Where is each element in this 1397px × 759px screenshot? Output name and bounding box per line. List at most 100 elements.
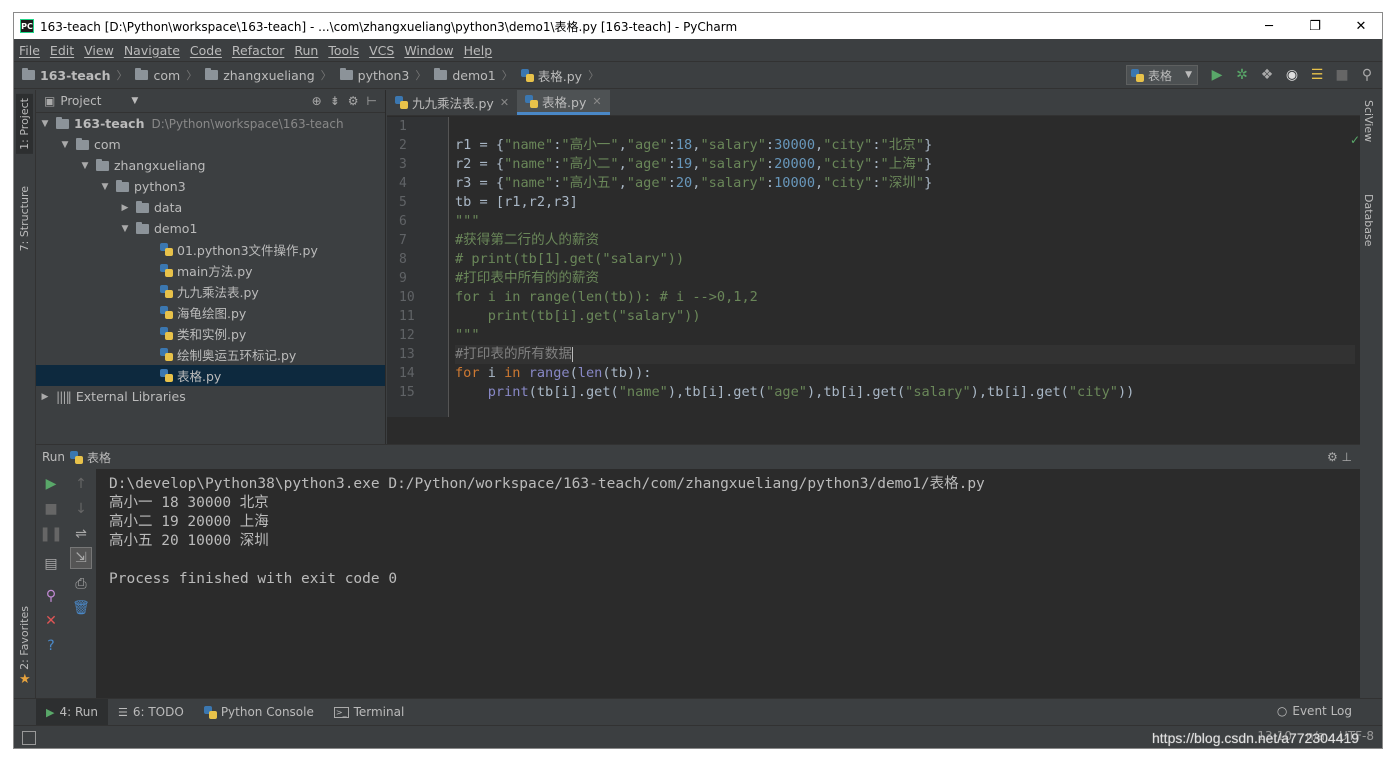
- breadcrumb-demo1[interactable]: demo1 〉: [426, 67, 513, 83]
- tree-folder[interactable]: ▼ zhangxueliang: [36, 155, 385, 176]
- scroll-to-end-icon[interactable]: ⇲: [70, 547, 92, 569]
- collapse-arrow-icon[interactable]: ▶: [38, 392, 52, 402]
- concurrency-icon[interactable]: ☰: [1308, 65, 1326, 85]
- search-everywhere-icon[interactable]: ⚲: [1358, 65, 1376, 85]
- breadcrumb-zhangxueliang[interactable]: zhangxueliang 〉: [197, 67, 332, 83]
- menu-edit[interactable]: Edit: [45, 43, 79, 58]
- settings-icon[interactable]: ⚙: [348, 94, 359, 108]
- menu-navigate[interactable]: Navigate: [119, 43, 185, 58]
- collapse-arrow-icon[interactable]: ▶: [118, 203, 132, 213]
- todo-icon: ☰: [117, 705, 128, 719]
- code-editor[interactable]: 1 2 3 4 5 6 7 8 9 10 11 12 13 14 15 r1 =…: [387, 117, 1360, 417]
- help-icon[interactable]: ?: [40, 635, 62, 657]
- tree-folder[interactable]: ▼ demo1: [36, 218, 385, 239]
- breadcrumb-file[interactable]: 表格.py 〉: [513, 66, 599, 85]
- tree-root[interactable]: ▼ 163-teach D:\Python\workspace\163-teach: [36, 113, 385, 134]
- close-tab-icon[interactable]: ✕: [500, 96, 509, 109]
- up-icon[interactable]: ↑: [70, 473, 92, 495]
- menu-code[interactable]: Code: [185, 43, 227, 58]
- tree-external-libraries[interactable]: ▶ |||‖ External Libraries: [36, 386, 385, 407]
- menu-file[interactable]: File: [14, 43, 45, 58]
- debug-icon[interactable]: ✲: [1233, 65, 1251, 85]
- stop-icon[interactable]: ■: [1333, 65, 1351, 85]
- tree-file[interactable]: 01.python3文件操作.py: [36, 239, 385, 260]
- minimize-button[interactable]: ─: [1246, 13, 1292, 39]
- rerun-icon[interactable]: ▶: [40, 473, 62, 495]
- soft-wrap-icon[interactable]: ⇌: [70, 523, 92, 545]
- menu-help[interactable]: Help: [459, 43, 498, 58]
- hide-panel-icon[interactable]: ⊢: [367, 94, 377, 108]
- tree-file[interactable]: main方法.py: [36, 260, 385, 281]
- project-view-select[interactable]: Project: [60, 94, 101, 108]
- tab-database[interactable]: Database: [1362, 194, 1375, 247]
- editor-area: 九九乘法表.py ✕ 表格.py ✕ 1 2 3 4 5 6 7 8 9 10 11…: [387, 90, 1360, 444]
- menu-vcs[interactable]: VCS: [364, 43, 399, 58]
- menu-tools[interactable]: Tools: [323, 43, 364, 58]
- hide-icon[interactable]: ⊥: [1342, 450, 1352, 464]
- locate-icon[interactable]: ⊕: [312, 94, 322, 108]
- coverage-icon[interactable]: ❖: [1258, 65, 1276, 85]
- expand-arrow-icon[interactable]: ▼: [38, 119, 52, 129]
- restore-button[interactable]: ❐: [1292, 13, 1338, 39]
- run-configuration-select[interactable]: 表格 ▼: [1126, 65, 1198, 85]
- tree-folder[interactable]: ▼ com: [36, 134, 385, 155]
- expand-arrow-icon[interactable]: ▼: [58, 140, 72, 150]
- chevron-right-icon: 〉: [320, 69, 332, 82]
- tab-structure[interactable]: 7: Structure: [16, 182, 33, 255]
- folder-icon: [22, 68, 35, 80]
- tab-sciview[interactable]: SciView: [1362, 100, 1375, 142]
- right-tool-strip: SciView Database: [1358, 90, 1382, 698]
- breadcrumb-python3[interactable]: python3 〉: [332, 67, 426, 83]
- tree-folder[interactable]: ▼ python3: [36, 176, 385, 197]
- line-number: 10: [399, 290, 415, 305]
- restore-layout-icon[interactable]: ▤: [40, 553, 62, 575]
- layout-toggle-icon[interactable]: [22, 731, 36, 745]
- line-number: 1: [399, 119, 407, 134]
- profile-icon[interactable]: ◉: [1283, 65, 1301, 85]
- breadcrumb-com[interactable]: com 〉: [127, 67, 197, 83]
- tree-file[interactable]: 海龟绘图.py: [36, 302, 385, 323]
- code-line-13: #打印表的所有数据: [455, 345, 1355, 364]
- menu-refactor[interactable]: Refactor: [227, 43, 289, 58]
- tab-project[interactable]: 1: Project: [16, 94, 33, 154]
- title-bar: PC 163-teach [D:\Python\workspace\163-te…: [14, 13, 1382, 39]
- tree-file-selected[interactable]: 表格.py: [36, 365, 385, 386]
- editor-scrollbar[interactable]: ✓: [1350, 133, 1360, 444]
- expand-arrow-icon[interactable]: ▼: [98, 182, 112, 192]
- tab-terminal[interactable]: >_ Terminal: [324, 699, 414, 726]
- tab-favorites[interactable]: 2: Favorites: [16, 602, 33, 674]
- menu-window[interactable]: Window: [399, 43, 458, 58]
- stop-icon[interactable]: ■: [40, 498, 62, 520]
- dropdown-arrow-icon[interactable]: ▼: [131, 96, 138, 106]
- tree-file[interactable]: 绘制奥运五环标记.py: [36, 344, 385, 365]
- print-icon[interactable]: ⎙: [70, 573, 92, 595]
- menu-run[interactable]: Run: [289, 43, 323, 58]
- console-output[interactable]: D:\develop\Python38\python3.exe D:/Pytho…: [109, 475, 1349, 589]
- settings-icon[interactable]: ⚙: [1327, 450, 1338, 464]
- tree-folder[interactable]: ▶ data: [36, 197, 385, 218]
- collapse-all-icon[interactable]: ⇟: [330, 94, 340, 108]
- tab-run[interactable]: ▶ 4: Run: [36, 698, 108, 726]
- pause-icon[interactable]: ❚❚: [39, 523, 62, 545]
- tab-biaoge[interactable]: 表格.py ✕: [517, 90, 610, 115]
- chevron-right-icon: 〉: [186, 69, 198, 82]
- pin-icon[interactable]: ⚲: [40, 585, 62, 607]
- code-line-8: # print(tb[1].get("salary")): [455, 251, 685, 267]
- run-icon[interactable]: ▶: [1208, 65, 1226, 85]
- expand-arrow-icon[interactable]: ▼: [118, 224, 132, 234]
- tree-file[interactable]: 类和实例.py: [36, 323, 385, 344]
- menu-view[interactable]: View: [79, 43, 119, 58]
- event-log-button[interactable]: ○ Event Log: [1277, 704, 1352, 718]
- down-icon[interactable]: ↓: [70, 498, 92, 520]
- tab-todo[interactable]: ☰ 6: TODO: [108, 699, 194, 726]
- clear-icon[interactable]: 🗑: [70, 597, 92, 619]
- close-icon[interactable]: ✕: [40, 610, 62, 632]
- expand-arrow-icon[interactable]: ▼: [78, 161, 92, 171]
- tree-file[interactable]: 九九乘法表.py: [36, 281, 385, 302]
- tab-python-console[interactable]: Python Console: [194, 699, 324, 726]
- tab-jiujiu[interactable]: 九九乘法表.py ✕: [387, 90, 517, 115]
- line-number: 3: [399, 157, 407, 172]
- close-tab-icon[interactable]: ✕: [592, 95, 601, 108]
- breadcrumb-163-teach[interactable]: 163-teach 〉: [14, 67, 127, 83]
- close-button[interactable]: ✕: [1338, 13, 1382, 39]
